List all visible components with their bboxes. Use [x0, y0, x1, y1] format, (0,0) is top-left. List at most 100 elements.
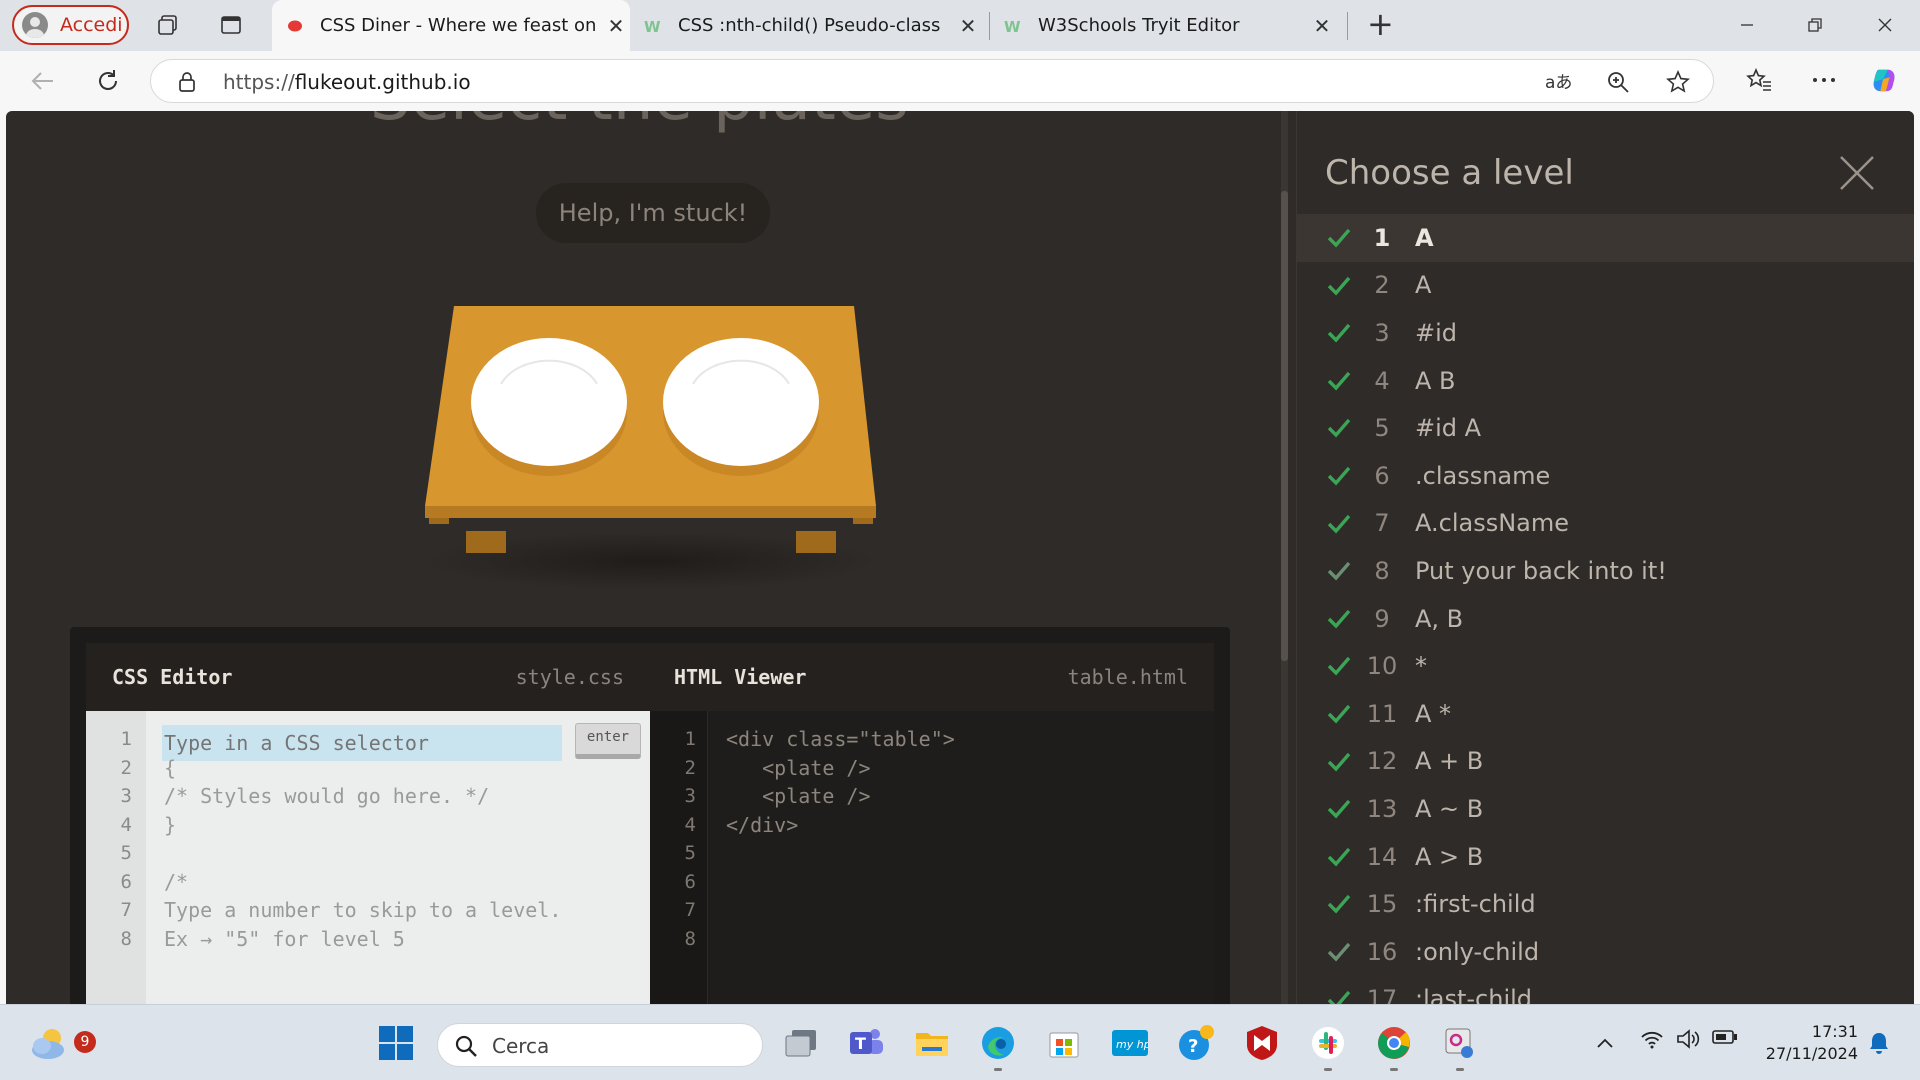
tab-strip: Accedi CSS Diner - Where we feast on CSS…	[0, 0, 1920, 51]
page-scrollbar[interactable]	[1281, 111, 1288, 1004]
notifications-bell-icon[interactable]	[1868, 1031, 1890, 1060]
level-item[interactable]: 14 A > B	[1297, 833, 1914, 881]
scrollbar-thumb[interactable]	[1281, 191, 1288, 661]
teams-icon[interactable]: T	[846, 1023, 886, 1063]
level-panel-title: Choose a level	[1325, 153, 1574, 193]
start-windows-icon[interactable]	[376, 1023, 416, 1063]
level-name: A, B	[1415, 604, 1464, 633]
url-text[interactable]: https://flukeout.github.io	[223, 70, 471, 94]
running-indicator	[1324, 1068, 1332, 1071]
mcafee-icon[interactable]	[1242, 1023, 1282, 1063]
level-item[interactable]: 3 #id	[1297, 309, 1914, 357]
line-number: 8	[684, 927, 696, 950]
profile-button[interactable]: Accedi	[12, 5, 129, 45]
level-item[interactable]: 7 A.className	[1297, 500, 1914, 548]
tab-css-diner[interactable]: CSS Diner - Where we feast on CSS ✕	[272, 0, 630, 51]
svg-text:my hp: my hp	[1116, 1038, 1148, 1051]
line-number: 5	[120, 842, 132, 864]
level-item[interactable]: 12 A + B	[1297, 738, 1914, 786]
read-aloud-translate-icon[interactable]: aあ	[1545, 69, 1571, 95]
snipping-tool-icon[interactable]	[1440, 1023, 1480, 1071]
close-tab-icon[interactable]: ✕	[602, 14, 630, 38]
windows-taskbar: 9 Cerca T my hp ? 17:31 27/11/2024	[0, 1004, 1920, 1080]
favorites-icon[interactable]	[1745, 66, 1773, 94]
line-number: 1	[684, 728, 696, 750]
running-indicator	[1456, 1068, 1464, 1071]
code-line: <div class="table">	[726, 727, 955, 751]
zoom-icon[interactable]	[1605, 69, 1631, 95]
plate[interactable]	[471, 338, 627, 476]
css-editor-filename: style.css	[515, 665, 624, 689]
close-tab-icon[interactable]: ✕	[1308, 14, 1336, 38]
level-item[interactable]: 15:first-child	[1297, 880, 1914, 928]
enter-button[interactable]: enter	[575, 723, 641, 759]
level-instruction-heading: Select the plates	[370, 111, 909, 135]
site-info-lock-icon[interactable]	[177, 71, 197, 97]
level-item[interactable]: 9 A, B	[1297, 595, 1914, 643]
taskbar-search[interactable]: Cerca	[437, 1023, 763, 1067]
level-item[interactable]: 16:only-child	[1297, 928, 1914, 976]
level-item[interactable]: 11 A *	[1297, 690, 1914, 738]
more-menu-icon[interactable]	[1810, 66, 1838, 94]
line-number: 6	[684, 870, 696, 893]
level-item[interactable]: 8 Put your back into it!	[1297, 547, 1914, 595]
microsoft-store-icon[interactable]	[1044, 1023, 1084, 1063]
get-help-icon[interactable]: ?	[1176, 1023, 1216, 1063]
tab-w3schools-tryit[interactable]: W W3Schools Tryit Editor ✕	[990, 0, 1336, 51]
system-clock[interactable]: 17:31 27/11/2024	[1762, 1021, 1858, 1065]
checkmark-icon	[1327, 419, 1351, 438]
close-tab-icon[interactable]: ✕	[954, 14, 982, 38]
css-selector-input[interactable]	[162, 725, 562, 761]
slack-icon[interactable]	[1308, 1023, 1348, 1071]
level-item[interactable]: 17:last-child	[1297, 976, 1914, 1004]
copilot-icon[interactable]	[1870, 66, 1898, 94]
level-number: 14	[1366, 842, 1398, 871]
minimize-icon[interactable]	[1724, 8, 1770, 42]
myhp-icon[interactable]: my hp	[1110, 1023, 1150, 1063]
address-bar[interactable]: https://flukeout.github.io aあ	[150, 59, 1714, 103]
back-icon[interactable]	[24, 63, 60, 99]
level-item[interactable]: 5 #id A	[1297, 404, 1914, 452]
level-list: 1 A 2 A 3 #id 4 A B 5 #id A 6 .classname 7 A.classNam…	[1297, 214, 1914, 1004]
wifi-icon[interactable]	[1640, 1029, 1664, 1054]
volume-icon[interactable]	[1676, 1029, 1700, 1054]
collections-icon[interactable]	[155, 12, 181, 38]
file-explorer-icon[interactable]	[912, 1023, 952, 1063]
new-tab-button[interactable]: +	[1367, 8, 1394, 40]
close-panel-icon[interactable]	[1837, 153, 1877, 193]
vertical-tabs-icon[interactable]	[218, 12, 244, 38]
level-number: 12	[1366, 747, 1398, 776]
level-item[interactable]: 2A	[1297, 262, 1914, 310]
refresh-icon[interactable]	[90, 63, 126, 99]
tab-title: CSS :nth-child() Pseudo-class	[678, 15, 941, 36]
edge-browser-icon[interactable]	[978, 1023, 1018, 1071]
level-item[interactable]: 6 .classname	[1297, 452, 1914, 500]
level-item[interactable]: 10 *	[1297, 642, 1914, 690]
level-item[interactable]: 13 A ~ B	[1297, 785, 1914, 833]
editor-container: CSS Editor style.css HTML Viewer table.h…	[70, 627, 1230, 1004]
checkmark-icon	[1327, 800, 1351, 819]
task-view-icon[interactable]	[781, 1023, 821, 1063]
weather-widget[interactable]: 9	[26, 1019, 96, 1065]
checkmark-icon	[1327, 514, 1351, 534]
battery-icon[interactable]	[1712, 1029, 1738, 1050]
help-stuck-button[interactable]: Help, I'm stuck!	[536, 183, 770, 243]
level-item[interactable]: 4 A B	[1297, 357, 1914, 405]
svg-text:?: ?	[1188, 1036, 1198, 1057]
tab-nth-child[interactable]: W CSS :nth-child() Pseudo-class ✕	[630, 0, 982, 51]
running-indicator	[1390, 1068, 1398, 1071]
level-name: *	[1415, 652, 1427, 681]
tab-separator	[1347, 12, 1348, 40]
level-name: #id A	[1415, 414, 1482, 443]
level-number: 1	[1373, 223, 1391, 252]
close-window-icon[interactable]	[1862, 8, 1908, 42]
plate[interactable]	[663, 338, 819, 476]
level-number: 3	[1374, 318, 1390, 347]
chrome-icon[interactable]	[1374, 1023, 1414, 1071]
level-item[interactable]: 1A	[1297, 214, 1914, 262]
svg-text:aあ: aあ	[1545, 73, 1571, 93]
favorite-star-icon[interactable]	[1665, 69, 1691, 95]
restore-icon[interactable]	[1792, 8, 1838, 42]
show-hidden-icons-chevron-icon[interactable]	[1596, 1033, 1614, 1054]
level-name: A > B	[1415, 842, 1484, 871]
